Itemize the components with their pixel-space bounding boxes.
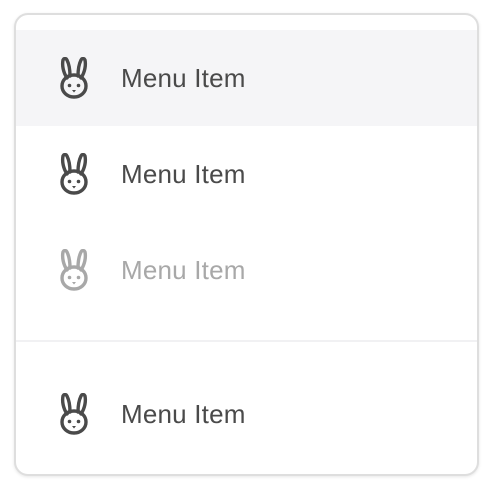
menu-item-1[interactable]: Menu Item: [16, 30, 477, 126]
menu-item-label: Menu Item: [121, 158, 246, 189]
dropdown-menu: Menu Item Menu Item Menu Item Menu Item: [14, 13, 479, 476]
rabbit-icon: [57, 393, 91, 435]
menu-divider-zone: [16, 318, 477, 366]
menu-item-3-disabled: Menu Item: [16, 222, 477, 318]
menu-divider: [16, 340, 477, 342]
rabbit-icon: [57, 153, 91, 195]
menu-item-label: Menu Item: [121, 254, 246, 285]
menu-item-label: Menu Item: [121, 62, 246, 93]
rabbit-icon: [57, 57, 91, 99]
menu-item-4[interactable]: Menu Item: [16, 366, 477, 462]
menu-item-2[interactable]: Menu Item: [16, 126, 477, 222]
menu-item-label: Menu Item: [121, 398, 246, 429]
rabbit-icon: [57, 249, 91, 291]
menu-top-padding: [16, 15, 477, 30]
